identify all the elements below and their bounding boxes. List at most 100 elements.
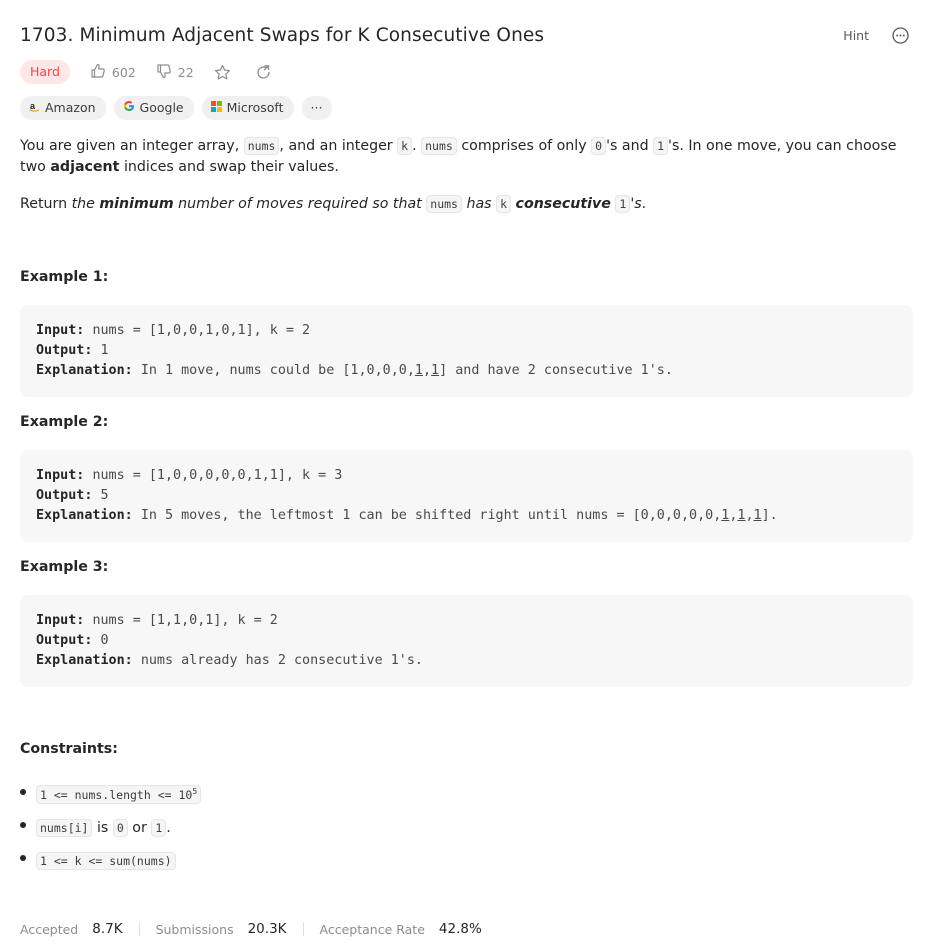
dislike-button[interactable]: 22 — [156, 63, 194, 82]
dislike-count: 22 — [177, 64, 194, 80]
tag-label: Google — [139, 100, 184, 115]
output-label: Output: — [36, 633, 93, 648]
explanation-text: In 1 move, nums could be [1,0,0,0, — [140, 363, 415, 378]
input-label: Input: — [36, 613, 85, 628]
underlined-digit: 1 — [414, 363, 423, 378]
inline-code: nums — [243, 137, 280, 155]
input-label: Input: — [36, 323, 85, 338]
example-output-line: Output: 1 — [36, 341, 897, 361]
meta-row: Hard 602 22 — [20, 59, 296, 85]
constraint-code-text: 1 <= nums.length <= 10 — [40, 787, 193, 802]
like-count: 602 — [111, 64, 136, 80]
inline-code: k — [496, 195, 512, 213]
share-icon[interactable] — [255, 64, 272, 81]
text: indices and swap their values. — [119, 159, 339, 175]
tag-label: Amazon — [45, 100, 96, 115]
bold-italic-text: minimum — [99, 196, 174, 212]
inline-code: k — [397, 137, 413, 155]
more-options-icon[interactable] — [891, 26, 909, 44]
example-1-box: Input: nums = [1,0,0,1,0,1], k = 2 Outpu… — [20, 305, 913, 397]
example-output-line: Output: 5 — [36, 486, 897, 506]
example-explanation-line: Explanation: In 1 move, nums could be [1… — [36, 361, 897, 381]
like-button[interactable]: 602 — [90, 63, 136, 82]
underlined-digit: 1 — [753, 508, 762, 523]
tag-label: Microsoft — [226, 100, 284, 115]
text: or — [127, 819, 152, 836]
problem-title[interactable]: 1703. Minimum Adjacent Swaps for K Conse… — [20, 25, 544, 46]
inline-code: nums — [426, 195, 462, 213]
input-value: nums = [1,1,0,1], k = 2 — [92, 613, 278, 628]
divider — [302, 922, 304, 936]
example-explanation-line: Explanation: In 5 moves, the leftmost 1 … — [36, 506, 897, 526]
text: You are given an integer array, — [20, 138, 244, 154]
constraint-code: 1 <= nums.length <= 105 — [36, 785, 202, 804]
constraint-item: 1 <= k <= sum(nums) — [20, 844, 913, 877]
text: is — [92, 819, 113, 836]
inline-code: 1 — [615, 195, 631, 213]
constraint-code: 1 — [151, 818, 167, 837]
explanation-text: , — [422, 363, 432, 378]
title-actions: Hint — [843, 22, 909, 48]
microsoft-icon — [210, 100, 222, 115]
text: Return — [20, 196, 72, 212]
thumbs-down-icon — [156, 63, 172, 82]
submissions-value: 20.3K — [247, 921, 287, 937]
text: 's and — [606, 138, 654, 154]
constraint-code: nums[i] — [36, 818, 93, 837]
bold-text: adjacent — [50, 159, 120, 175]
output-label: Output: — [36, 343, 93, 358]
submissions-label: Submissions — [155, 921, 234, 937]
bold-italic-text: consecutive — [515, 196, 611, 212]
text: . — [412, 138, 422, 154]
example-explanation-line: Explanation: nums already has 2 consecut… — [36, 651, 897, 671]
explanation-label: Explanation: — [36, 653, 133, 668]
text: comprises of only — [456, 138, 592, 154]
inline-code: 0 — [591, 137, 607, 155]
thumbs-up-icon — [90, 63, 106, 82]
accepted-label: Accepted — [20, 921, 79, 937]
more-tags-button[interactable]: ··· — [301, 95, 332, 120]
input-value: nums = [1,0,0,0,0,0,1,1], k = 3 — [92, 468, 343, 483]
example-3-title: Example 3: — [20, 559, 109, 575]
italic-text: 's — [630, 196, 642, 212]
italic-text: has — [461, 196, 497, 212]
favorite-star-icon[interactable] — [214, 64, 231, 81]
tag-amazon[interactable]: a Amazon — [20, 95, 106, 120]
google-icon — [123, 100, 135, 115]
input-label: Input: — [36, 468, 85, 483]
explanation-label: Explanation: — [36, 508, 133, 523]
difficulty-badge: Hard — [20, 60, 70, 84]
explanation-text: ]. — [761, 508, 778, 523]
amazon-icon: a — [29, 100, 40, 115]
text: , and an integer — [279, 138, 398, 154]
input-value: nums = [1,0,0,1,0,1], k = 2 — [92, 323, 311, 338]
output-value: 1 — [100, 343, 109, 358]
text: . — [641, 196, 647, 212]
svg-text:a: a — [30, 101, 36, 111]
explanation-text: nums already has 2 consecutive 1's. — [140, 653, 423, 668]
example-input-line: Input: nums = [1,0,0,1,0,1], k = 2 — [36, 321, 897, 341]
explanation-label: Explanation: — [36, 363, 133, 378]
explanation-text: ] and have 2 consecutive 1's. — [439, 363, 673, 378]
inline-code: nums — [421, 137, 457, 155]
constraint-code: 0 — [112, 818, 128, 837]
divider — [138, 922, 140, 936]
inline-code: 1 — [653, 137, 669, 155]
example-input-line: Input: nums = [1,0,0,0,0,0,1,1], k = 3 — [36, 466, 897, 486]
example-output-line: Output: 0 — [36, 631, 897, 651]
example-2-box: Input: nums = [1,0,0,0,0,0,1,1], k = 3 O… — [20, 450, 913, 542]
text: . — [166, 819, 171, 836]
constraint-code: 1 <= k <= sum(nums) — [36, 851, 176, 870]
italic-text: number of moves required so that — [173, 196, 427, 212]
explanation-text: , — [745, 508, 754, 523]
superscript: 5 — [192, 787, 198, 797]
hint-button[interactable]: Hint — [843, 28, 869, 43]
explanation-text: In 5 moves, the leftmost 1 can be shifte… — [140, 508, 722, 523]
constraint-item: nums[i] is 0 or 1. — [20, 811, 913, 844]
title-row: 1703. Minimum Adjacent Swaps for K Conse… — [20, 22, 913, 48]
tag-microsoft[interactable]: Microsoft — [201, 95, 294, 120]
tag-google[interactable]: Google — [113, 95, 194, 120]
accepted-value: 8.7K — [92, 921, 123, 937]
constraint-item: 1 <= nums.length <= 105 — [20, 778, 913, 811]
description-paragraph-1: You are given an integer array, nums, an… — [20, 136, 913, 178]
